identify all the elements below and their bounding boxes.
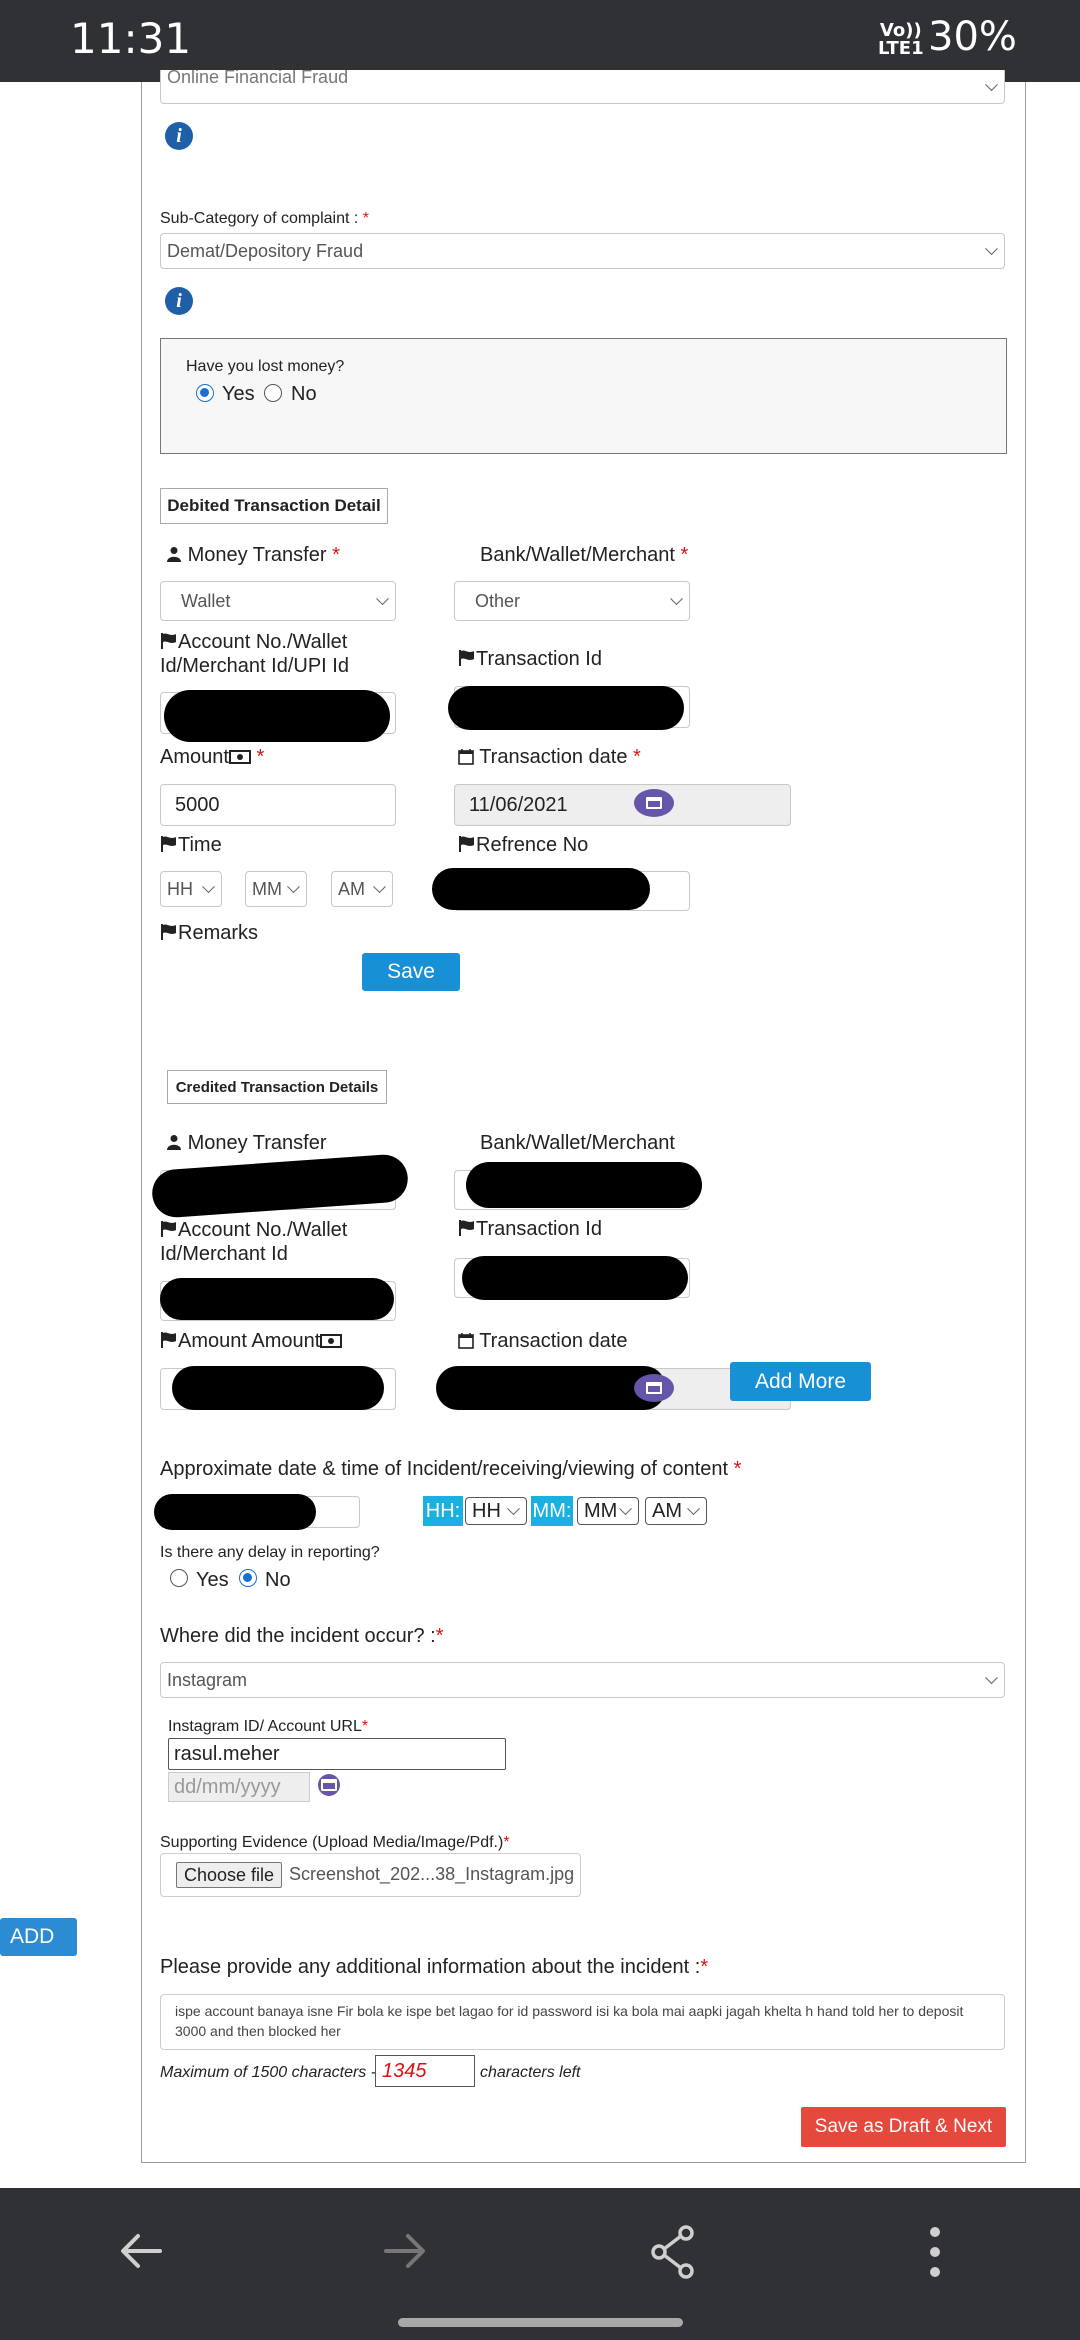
redaction — [164, 690, 390, 742]
credited-account-label: Account No./Wallet Id/Merchant Id — [160, 1219, 348, 1265]
redaction — [462, 1256, 688, 1300]
additional-info-label: Please provide any additional informatio… — [160, 1956, 709, 1978]
bank-label: Bank/Wallet/Merchant * — [480, 544, 689, 566]
money-icon — [228, 750, 251, 764]
add-button[interactable]: ADD — [0, 1918, 77, 1956]
hh-box: HH: — [423, 1496, 463, 1526]
money-icon — [320, 1334, 343, 1348]
delay-no-label: No — [265, 1569, 291, 1591]
credited-money-transfer-label: Money Transfer — [166, 1132, 327, 1155]
calendar-button[interactable] — [634, 789, 674, 817]
date-input[interactable]: dd/mm/yyyy — [168, 1772, 310, 1802]
home-gesture-bar[interactable] — [398, 2318, 683, 2327]
time-label: Time — [160, 834, 222, 857]
transaction-date-input[interactable]: 11/06/2021 — [454, 784, 791, 826]
redaction — [466, 1162, 702, 1208]
flag-icon — [161, 836, 176, 852]
back-arrow-icon[interactable] — [116, 2226, 166, 2276]
calendar-button[interactable] — [634, 1374, 674, 1402]
user-icon — [167, 547, 181, 562]
where-label: Where did the incident occur? :* — [160, 1625, 444, 1647]
redaction — [436, 1366, 666, 1410]
redaction — [172, 1366, 384, 1410]
amount-label: Amount * — [160, 746, 265, 768]
transaction-date-label: Transaction date * — [458, 746, 641, 769]
bank-select[interactable]: Other — [454, 581, 690, 621]
save-draft-next-button[interactable]: Save as Draft & Next — [801, 2107, 1006, 2147]
instagram-input[interactable]: rasul.meher — [168, 1738, 506, 1770]
user-icon — [167, 1135, 181, 1150]
delay-question: Is there any delay in reporting? — [160, 1544, 380, 1561]
time-hh-select[interactable]: HH — [160, 871, 222, 907]
delay-yes-radio[interactable] — [170, 1569, 188, 1587]
instagram-label: Instagram ID/ Account URL* — [168, 1718, 369, 1735]
flag-icon — [161, 633, 176, 649]
incident-mm-select[interactable]: MM — [577, 1497, 639, 1525]
where-select[interactable]: Instagram — [160, 1662, 1005, 1698]
flag-icon — [459, 836, 474, 852]
lost-money-box — [160, 338, 1007, 454]
chars-left-suffix: characters left — [480, 2064, 581, 2081]
time-mm-select[interactable]: MM — [245, 871, 307, 907]
network-indicator: Vo)) LTE1 — [878, 20, 924, 59]
credited-bank-label: Bank/Wallet/Merchant — [480, 1132, 675, 1154]
incident-ampm-select[interactable]: AM — [645, 1497, 707, 1525]
transaction-id-label: Transaction Id — [458, 648, 602, 671]
lost-money-yes-label: Yes — [222, 383, 255, 405]
credited-transaction-date-label: Transaction date — [458, 1330, 627, 1353]
chars-left-counter: 1345 — [375, 2055, 475, 2087]
battery-level: 30% — [928, 14, 1017, 60]
flag-icon — [161, 1221, 176, 1237]
subcategory-label: Sub-Category of complaint : * — [160, 210, 370, 227]
flag-icon — [161, 924, 176, 940]
save-button[interactable]: Save — [362, 953, 460, 991]
reference-label: Refrence No — [458, 834, 588, 857]
evidence-label: Supporting Evidence (Upload Media/Image/… — [160, 1834, 510, 1851]
incident-hh-select[interactable]: HH — [465, 1497, 527, 1525]
share-icon[interactable] — [648, 2224, 698, 2280]
time-ampm-select[interactable]: AM — [331, 871, 393, 907]
redaction — [432, 868, 650, 910]
lost-money-no-radio[interactable] — [264, 384, 282, 402]
flag-icon — [459, 1220, 474, 1236]
calendar-button[interactable] — [318, 1774, 340, 1796]
redaction — [448, 686, 684, 730]
account-label: Account No./Wallet Id/Merchant Id/UPI Id — [160, 631, 349, 677]
redaction — [154, 1494, 316, 1530]
lost-money-yes-radio[interactable] — [196, 384, 214, 402]
info-icon[interactable]: i — [165, 287, 193, 315]
remarks-label: Remarks — [160, 922, 258, 945]
lost-money-no-label: No — [291, 383, 317, 405]
flag-icon — [161, 1332, 176, 1348]
flag-icon — [459, 650, 474, 666]
forward-arrow-icon[interactable] — [380, 2226, 430, 2276]
lost-money-question: Have you lost money? — [186, 358, 345, 375]
file-name: Screenshot_202...38_Instagram.jpg — [289, 1864, 575, 1884]
delay-yes-label: Yes — [196, 1569, 229, 1591]
mm-box: MM: — [531, 1496, 573, 1526]
delay-no-radio[interactable] — [239, 1569, 257, 1587]
info-icon[interactable]: i — [165, 122, 193, 150]
credited-transaction-id-label: Transaction Id — [458, 1218, 602, 1241]
char-limit-note: Maximum of 1500 characters - — [160, 2064, 377, 2081]
calendar-icon — [458, 1333, 474, 1349]
more-options-icon[interactable] — [925, 2224, 945, 2280]
credited-amount-label: Amount Amount — [160, 1330, 343, 1353]
choose-file-button[interactable]: Choose file — [176, 1862, 282, 1888]
incident-datetime-label: Approximate date & time of Incident/rece… — [160, 1458, 742, 1480]
money-transfer-select[interactable]: Wallet — [160, 581, 396, 621]
money-transfer-label: Money Transfer * — [166, 544, 340, 567]
subcategory-select[interactable]: Demat/Depository Fraud — [160, 233, 1005, 269]
redaction — [160, 1278, 394, 1320]
calendar-icon — [458, 749, 474, 765]
debited-heading: Debited Transaction Detail — [160, 488, 388, 524]
add-more-button[interactable]: Add More — [730, 1362, 871, 1401]
browser-nav-bar — [0, 2188, 1080, 2340]
status-time: 11:31 — [70, 14, 192, 63]
amount-input[interactable]: 5000 — [160, 784, 396, 826]
category-select[interactable]: Online Financial Fraud — [160, 70, 1005, 104]
credited-heading: Credited Transaction Details — [167, 1070, 387, 1104]
additional-info-textarea[interactable]: ispe account banaya isne Fir bola ke isp… — [160, 1994, 1005, 2050]
